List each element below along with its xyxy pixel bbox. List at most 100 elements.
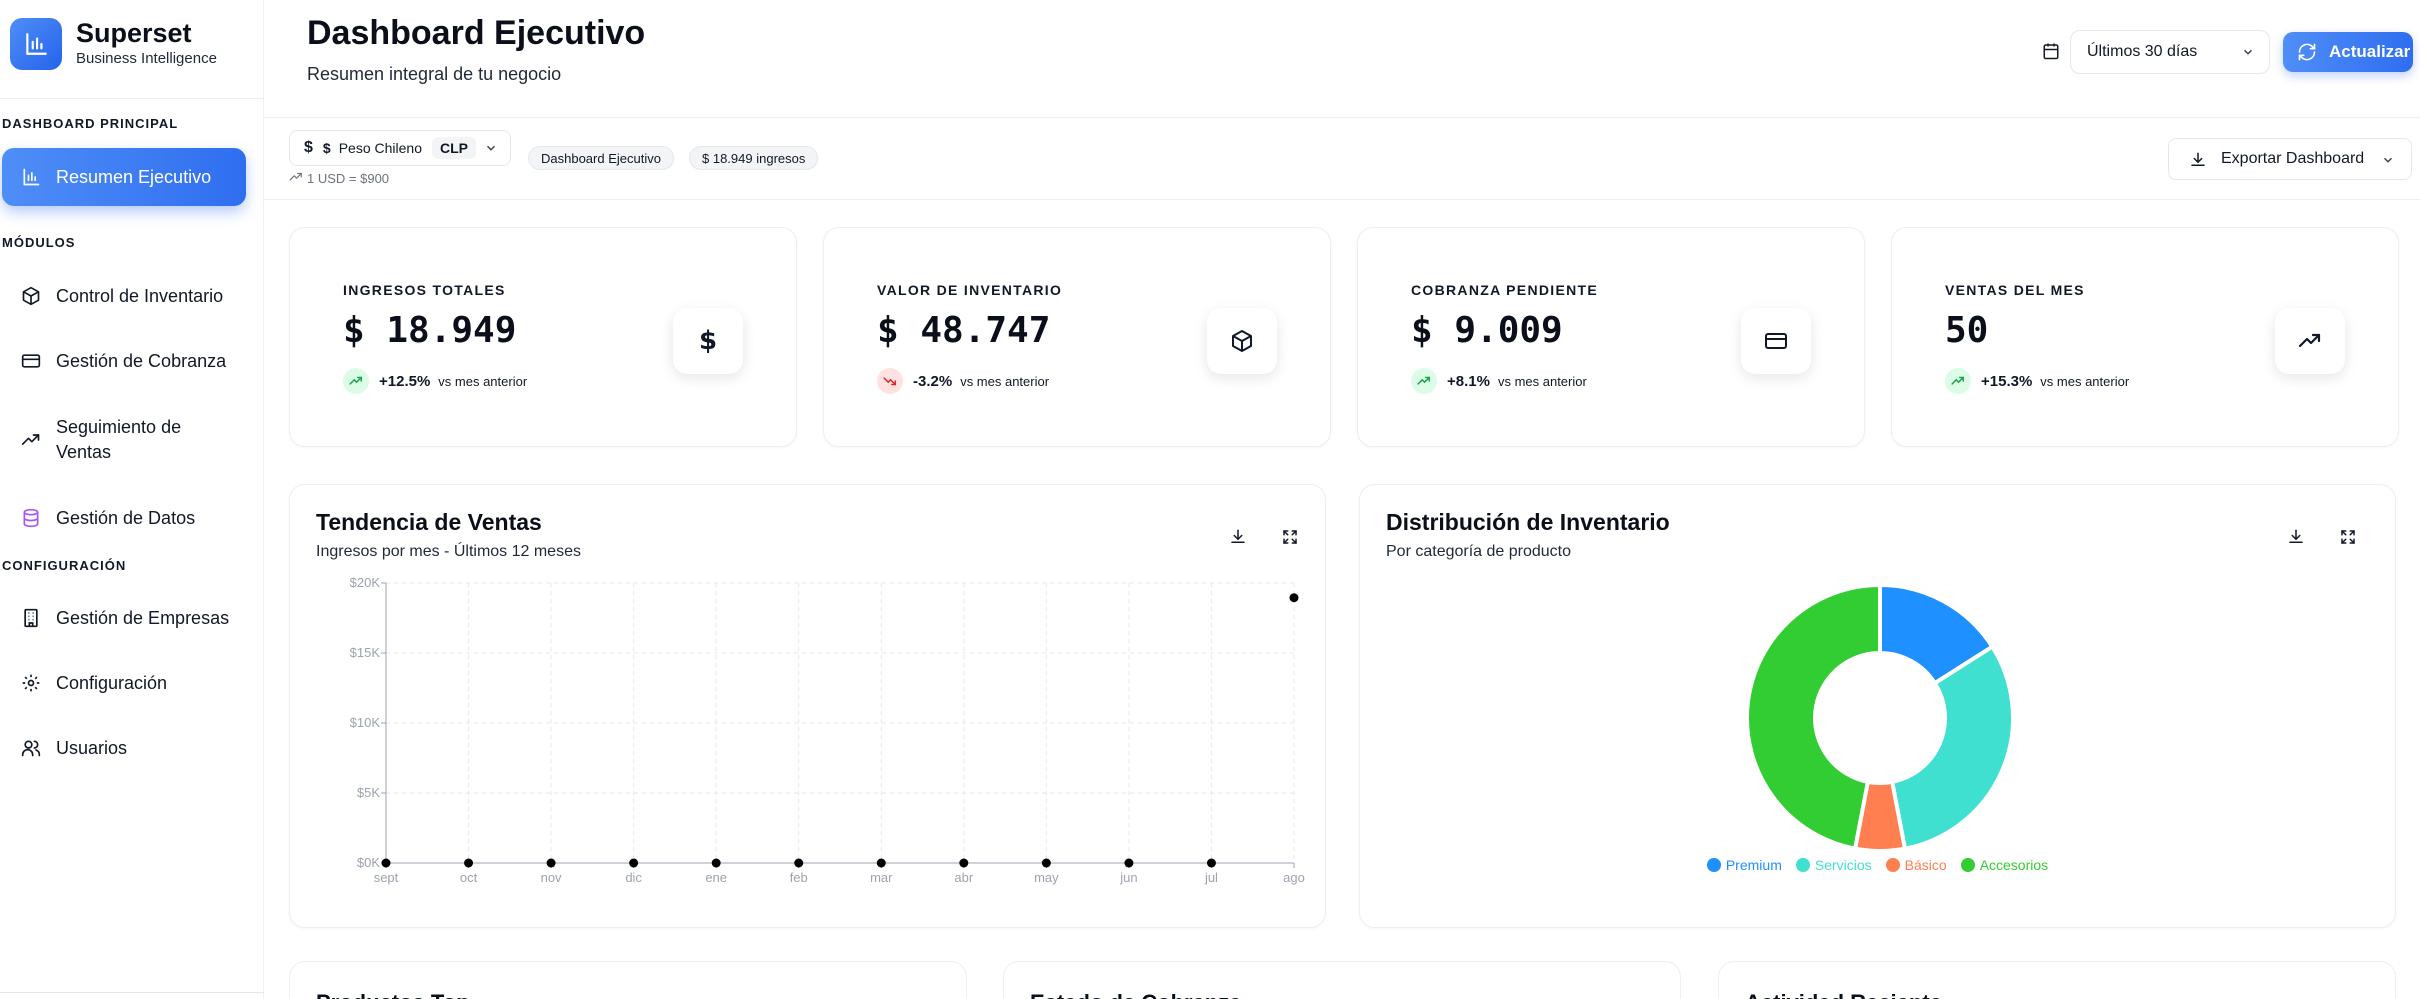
- database-icon: [20, 507, 42, 529]
- sidebar-item-gestion-empresas[interactable]: Gestión de Empresas: [2, 592, 246, 644]
- kpi-value: $ 9.009: [1411, 310, 1563, 351]
- page-subtitle: Resumen integral de tu negocio: [307, 64, 562, 84]
- data-point: [1206, 858, 1216, 868]
- kpi-delta-value: +8.1%: [1447, 372, 1490, 390]
- kpi-value: 50: [1945, 310, 1989, 351]
- trending-up-icon: [2275, 308, 2345, 374]
- trend-up-icon: [343, 368, 369, 394]
- export-label: Exportar Dashboard: [2221, 150, 2365, 167]
- kpi-label: VALOR DE INVENTARIO: [877, 282, 1063, 298]
- download-icon: [2189, 151, 2207, 174]
- card-title: Actividad Reciente: [1745, 990, 1942, 999]
- kpi-label: INGRESOS TOTALES: [343, 282, 506, 298]
- exchange-rate-text: 1 USD = $900: [307, 171, 390, 186]
- page-header: Dashboard Ejecutivo Resumen integral de …: [264, 0, 2420, 118]
- sales-trend-card: Tendencia de Ventas Ingresos por mes - Ú…: [289, 484, 1326, 928]
- sidebar: Superset Business Intelligence DASHBOARD…: [0, 0, 264, 999]
- x-tick-label: feb: [790, 870, 808, 885]
- toolbar: $ $ Peso Chileno CLP 1 USD = $900 Dashbo…: [264, 118, 2420, 200]
- sidebar-item-label: Gestión de Empresas: [56, 607, 230, 628]
- section-modulos: MÓDULOS: [2, 235, 76, 250]
- currency-name: Peso Chileno: [338, 140, 422, 156]
- refresh-button[interactable]: Actualizar: [2283, 32, 2413, 72]
- box-icon: [1207, 308, 1277, 374]
- y-tick-label: $0K: [357, 855, 380, 870]
- legend-item[interactable]: Básico: [1885, 857, 1947, 873]
- sidebar-item-label: Gestión de Cobranza: [56, 350, 227, 371]
- kpi-compare: vs mes anterior: [1497, 373, 1587, 389]
- legend-item[interactable]: Servicios: [1795, 857, 1872, 873]
- y-tick-label: $15K: [350, 645, 381, 660]
- recent-activity-card: Actividad Reciente: [1718, 961, 2396, 999]
- x-tick-label: mar: [870, 870, 893, 885]
- bar-chart-icon: [20, 166, 42, 188]
- x-tick-label: ago: [1283, 870, 1305, 885]
- kpi-delta-value: +15.3%: [1981, 372, 2033, 390]
- kpi-label: COBRANZA PENDIENTE: [1411, 282, 1598, 298]
- data-point: [959, 858, 969, 868]
- period-select[interactable]: Últimos 30 días: [2070, 30, 2270, 74]
- data-point: [629, 858, 639, 868]
- currency-select[interactable]: $ $ Peso Chileno CLP: [289, 130, 511, 166]
- trending-up-icon: [289, 170, 303, 187]
- kpi-delta-value: +12.5%: [379, 372, 431, 390]
- export-dashboard-button[interactable]: Exportar Dashboard: [2168, 138, 2412, 180]
- legend-item[interactable]: Premium: [1706, 857, 1782, 873]
- sidebar-item-gestion-datos[interactable]: Gestión de Datos: [2, 492, 246, 544]
- legend-label: Premium: [1725, 857, 1782, 873]
- x-tick-label: abr: [954, 870, 973, 885]
- trend-up-icon: [1945, 368, 1971, 394]
- sidebar-item-control-inventario[interactable]: Control de Inventario: [2, 270, 246, 322]
- legend-label: Servicios: [1814, 857, 1872, 873]
- sidebar-item-seguimiento-ventas[interactable]: Seguimiento de Ventas: [2, 408, 232, 472]
- gear-icon: [20, 672, 42, 694]
- sidebar-item-gestion-cobranza[interactable]: Gestión de Cobranza: [2, 335, 246, 387]
- x-tick-label: jul: [1204, 870, 1218, 885]
- sidebar-item-usuarios[interactable]: Usuarios: [2, 722, 246, 774]
- exchange-rate: 1 USD = $900: [289, 170, 389, 187]
- chart-legend: Premium Servicios Básico Accesorios: [1360, 857, 2395, 873]
- page-title: Dashboard Ejecutivo: [307, 14, 646, 52]
- kpi-card-ventas: VENTAS DEL MES 50 +15.3% vs mes anterior: [1891, 227, 2399, 447]
- pie-slice-servicios: [1889, 643, 2015, 851]
- box-icon: [20, 285, 42, 307]
- kpi-compare: vs mes anterior: [960, 373, 1050, 389]
- kpi-compare: vs mes anterior: [438, 373, 528, 389]
- collection-status-card: Estado de Cobranza: [1003, 961, 1681, 999]
- kpi-value: $ 48.747: [877, 310, 1051, 351]
- data-point: [1041, 858, 1051, 868]
- credit-card-icon: [1741, 308, 1811, 374]
- logo-icon: [10, 18, 62, 70]
- legend-label: Básico: [1904, 857, 1947, 873]
- credit-card-icon: [20, 350, 42, 372]
- data-point: [794, 858, 804, 868]
- sidebar-item-label: Seguimiento de Ventas: [56, 417, 182, 462]
- brand[interactable]: Superset Business Intelligence: [10, 18, 217, 70]
- x-tick-label: jun: [1119, 870, 1137, 885]
- chip-dashboard: Dashboard Ejecutivo: [528, 146, 674, 170]
- kpi-value: $ 18.949: [343, 310, 517, 351]
- sidebar-item-resumen-ejecutivo[interactable]: Resumen Ejecutivo: [2, 148, 246, 206]
- brand-title: Superset: [76, 18, 192, 48]
- kpi-delta: +12.5% vs mes anterior: [343, 368, 527, 394]
- data-point: [1289, 593, 1299, 603]
- refresh-icon: [2297, 42, 2317, 67]
- legend-swatch: [1960, 858, 1975, 872]
- inventory-distribution-card: Distribución de Inventario Por categoría…: [1359, 484, 2396, 928]
- legend-swatch: [1795, 858, 1810, 872]
- sidebar-item-label: Gestión de Datos: [56, 507, 196, 528]
- refresh-label: Actualizar: [2329, 42, 2411, 61]
- kpi-compare: vs mes anterior: [2040, 373, 2130, 389]
- section-configuracion: CONFIGURACIÓN: [2, 558, 127, 573]
- trend-down-icon: [877, 368, 903, 394]
- kpi-card-cobranza: COBRANZA PENDIENTE $ 9.009 +8.1% vs mes …: [1357, 227, 1865, 447]
- chevron-down-icon: [484, 141, 498, 158]
- currency-symbol: $: [322, 140, 331, 156]
- legend-item[interactable]: Accesorios: [1960, 857, 2048, 873]
- period-value: Últimos 30 días: [2087, 43, 2198, 60]
- calendar-icon: [2042, 42, 2060, 65]
- data-point: [381, 858, 391, 868]
- sidebar-item-configuracion[interactable]: Configuración: [2, 657, 246, 709]
- chip-income: $ 18.949 ingresos: [689, 146, 819, 170]
- users-icon: [20, 737, 42, 759]
